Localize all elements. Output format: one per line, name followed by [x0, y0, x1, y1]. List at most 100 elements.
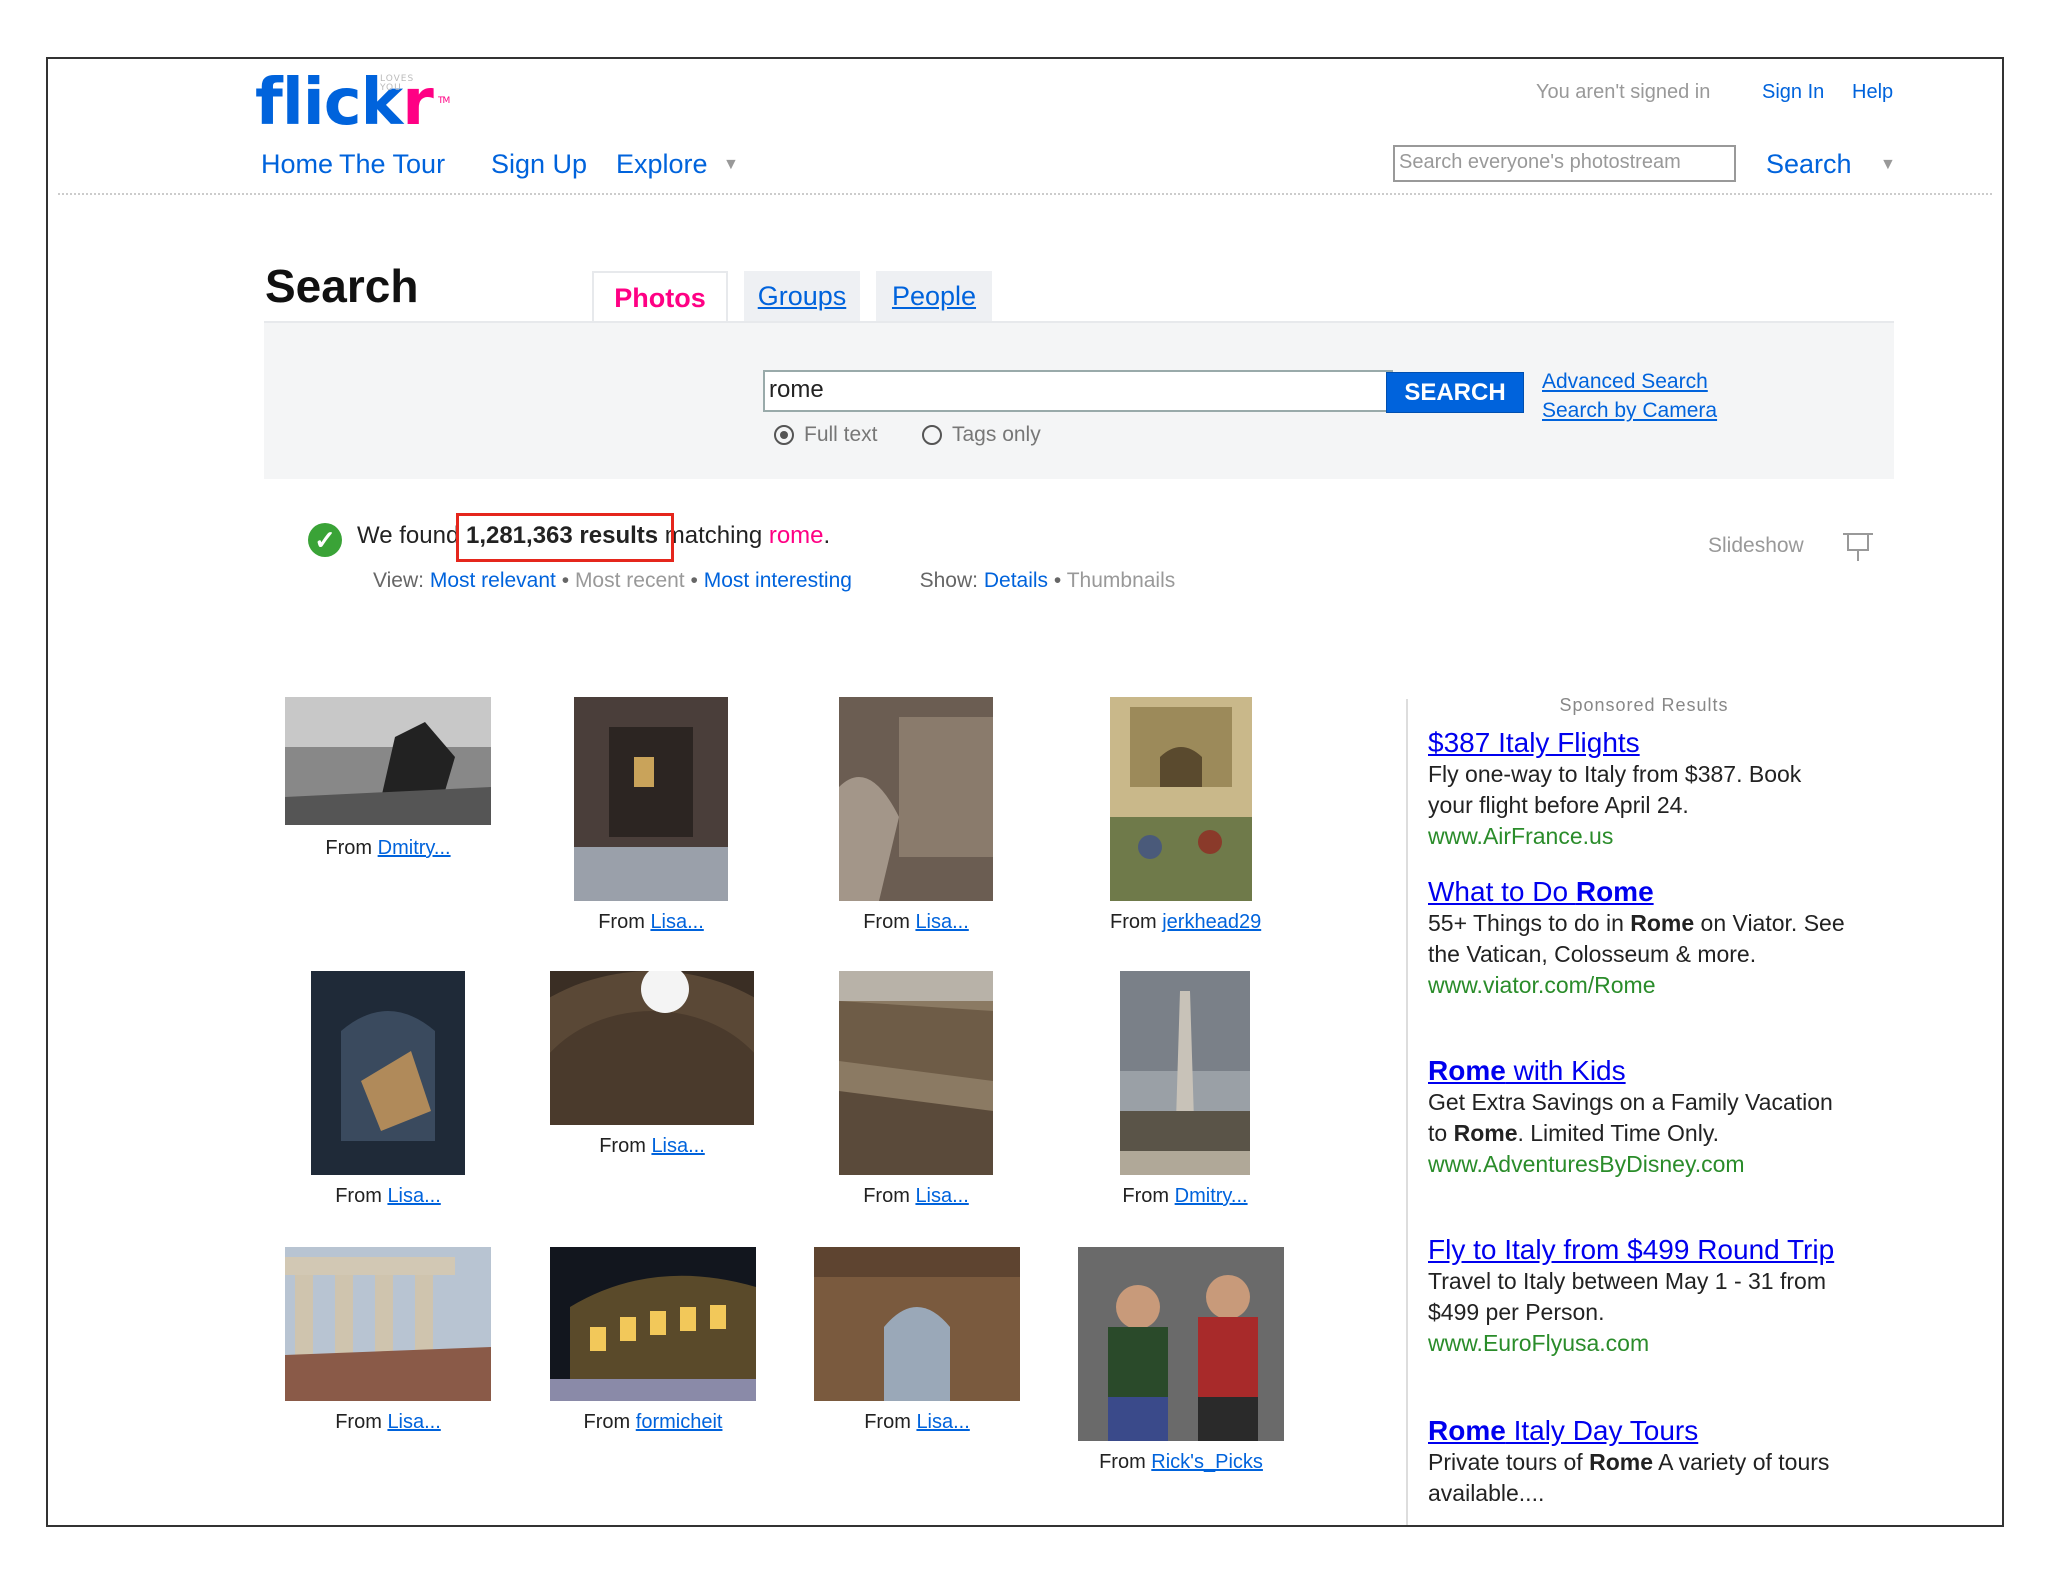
caption-user-link[interactable]: Lisa...: [387, 1411, 440, 1433]
photo-thumbnail[interactable]: [1110, 697, 1252, 901]
radio-selected-icon[interactable]: [774, 425, 794, 446]
ad-title-bold[interactable]: Rome: [1428, 1415, 1506, 1446]
ad-title-link[interactable]: Rome with Kids: [1428, 1055, 1848, 1087]
photo-caption: From Lisa...: [814, 1411, 1020, 1434]
photo-thumbnail[interactable]: [839, 697, 993, 901]
caption-user-link[interactable]: Dmitry...: [1175, 1185, 1248, 1207]
ad-url[interactable]: www.viator.com/Rome: [1428, 970, 1848, 1001]
caption-user-link[interactable]: Lisa...: [650, 911, 703, 933]
ad-title-bold[interactable]: Rome: [1428, 1055, 1506, 1086]
ad-url[interactable]: www.AirFrance.us: [1428, 821, 1848, 852]
caption-user-link[interactable]: Lisa...: [915, 911, 968, 933]
photo-thumbnail[interactable]: [550, 1247, 756, 1401]
photo-thumbnail[interactable]: [285, 1247, 491, 1401]
photo-caption: From Lisa...: [550, 1135, 754, 1158]
caption-user-link[interactable]: jerkhead29: [1162, 911, 1261, 933]
photo-caption: From Dmitry...: [285, 837, 491, 860]
header-search-button[interactable]: Search: [1766, 149, 1852, 180]
caption-from: From: [863, 911, 910, 933]
photo-caption: From Lisa...: [285, 1411, 491, 1434]
photo-caption: From jerkhead29: [1110, 911, 1261, 934]
nav-sign-up[interactable]: Sign Up: [491, 149, 587, 180]
caption-from: From: [325, 837, 373, 859]
ad-body-bold: Rome: [1453, 1120, 1518, 1146]
show-details[interactable]: Details: [984, 569, 1048, 592]
ad-body-text: . Limited Time Only.: [1517, 1120, 1720, 1146]
photo-caption: From Lisa...: [839, 911, 993, 934]
photo-caption: From Lisa...: [839, 1185, 993, 1208]
caption-user-link[interactable]: Lisa...: [651, 1135, 704, 1157]
caption-user-link[interactable]: Lisa...: [387, 1185, 440, 1207]
help-link[interactable]: Help: [1852, 81, 1893, 104]
photo-caption: From Rick's_Picks: [1078, 1451, 1284, 1474]
view-most-relevant[interactable]: Most relevant: [430, 569, 556, 592]
tab-people-label[interactable]: People: [892, 281, 976, 311]
photo-thumbnail[interactable]: [839, 971, 993, 1175]
caption-user-link[interactable]: Dmitry...: [378, 837, 451, 859]
caption-user-link[interactable]: formicheit: [636, 1411, 723, 1433]
search-by-camera-link[interactable]: Search by Camera: [1542, 396, 1717, 425]
caption-from: From: [335, 1411, 382, 1433]
ad-title-link[interactable]: $387 Italy Flights: [1428, 727, 1848, 759]
view-most-recent[interactable]: Most recent: [575, 569, 685, 592]
ad-title-bold[interactable]: Rome: [1576, 876, 1654, 907]
highlight-box: [456, 513, 674, 562]
search-query-input[interactable]: rome: [763, 370, 1393, 412]
caption-user-link[interactable]: Rick's_Picks: [1151, 1451, 1263, 1473]
caption-user-link[interactable]: Lisa...: [916, 1411, 969, 1433]
radio-tags-only[interactable]: Tags only: [922, 423, 1041, 447]
flickr-logo[interactable]: flickr LOVES YOU TM: [255, 71, 450, 135]
show-label: Show:: [919, 569, 978, 592]
photo-thumbnail[interactable]: [285, 697, 491, 825]
view-separator: •: [561, 569, 570, 592]
radio-full-text-label: Full text: [804, 423, 878, 446]
tab-groups[interactable]: Groups: [744, 271, 860, 321]
search-chevron-down-icon[interactable]: ▼: [1880, 156, 1896, 174]
header-search-input[interactable]: Search everyone's photostream: [1393, 145, 1736, 182]
ad-title-link[interactable]: Fly to Italy from $499 Round Trip: [1428, 1234, 1848, 1266]
search-button[interactable]: SEARCH: [1386, 372, 1524, 413]
slideshow-icon[interactable]: [1843, 533, 1873, 561]
photo-thumbnail[interactable]: [311, 971, 465, 1175]
header-divider: [58, 193, 1992, 195]
ad-title-link[interactable]: Rome Italy Day Tours: [1428, 1415, 1848, 1447]
ad-body: Travel to Italy between May 1 - 31 from …: [1428, 1268, 1826, 1325]
photo-caption: From formicheit: [550, 1411, 756, 1434]
ad-title-text[interactable]: What to Do: [1428, 876, 1576, 907]
ad-url[interactable]: www.EuroFlyusa.com: [1428, 1328, 1848, 1359]
ad-item: What to Do Rome 55+ Things to do in Rome…: [1428, 876, 1848, 1001]
photo-thumbnail[interactable]: [1120, 971, 1250, 1175]
nav-home[interactable]: Home: [261, 149, 333, 180]
results-period: .: [823, 522, 831, 549]
ad-body-text: 55+ Things to do in: [1428, 910, 1631, 936]
caption-from: From: [599, 1135, 646, 1157]
ad-title-link[interactable]: What to Do Rome: [1428, 876, 1848, 908]
radio-full-text[interactable]: Full text: [774, 423, 878, 447]
show-separator: •: [1053, 569, 1062, 592]
results-prefix: We found: [357, 522, 460, 549]
advanced-search-link[interactable]: Advanced Search: [1542, 367, 1717, 396]
view-most-interesting[interactable]: Most interesting: [704, 569, 852, 592]
ad-title-text[interactable]: with Kids: [1506, 1055, 1626, 1086]
radio-unselected-icon[interactable]: [922, 425, 942, 446]
tab-people[interactable]: People: [876, 271, 992, 321]
tab-groups-label[interactable]: Groups: [758, 281, 847, 311]
photo-thumbnail[interactable]: [574, 697, 728, 901]
explore-chevron-down-icon[interactable]: ▼: [723, 156, 739, 174]
caption-user-link[interactable]: Lisa...: [915, 1185, 968, 1207]
nav-explore[interactable]: Explore: [616, 149, 708, 180]
caption-from: From: [1099, 1451, 1146, 1473]
photo-thumbnail[interactable]: [1078, 1247, 1284, 1441]
ad-url[interactable]: www.AdventuresByDisney.com: [1428, 1149, 1848, 1180]
ad-title-text[interactable]: Italy Day Tours: [1506, 1415, 1699, 1446]
tab-photos[interactable]: Photos: [592, 271, 728, 321]
sign-in-link[interactable]: Sign In: [1762, 81, 1824, 104]
show-thumbnails[interactable]: Thumbnails: [1067, 569, 1176, 592]
photo-caption: From Dmitry...: [1120, 1185, 1250, 1208]
slideshow-link[interactable]: Slideshow: [1708, 534, 1804, 558]
results-matching: matching: [664, 522, 763, 549]
radio-tags-only-label: Tags only: [952, 423, 1041, 446]
nav-the-tour[interactable]: The Tour: [339, 149, 445, 180]
photo-thumbnail[interactable]: [550, 971, 754, 1125]
photo-thumbnail[interactable]: [814, 1247, 1020, 1401]
